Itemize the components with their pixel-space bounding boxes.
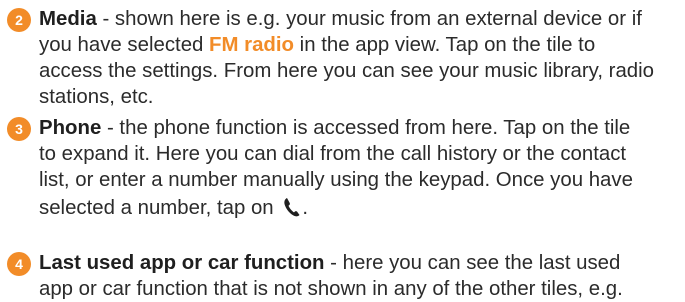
step-number-badge: 4 (7, 252, 31, 276)
fm-radio-link: FM radio (209, 34, 295, 56)
step-number-badge: 2 (7, 8, 31, 32)
item-title: Media (39, 8, 97, 30)
item-text: Media - shown here is e.g. your music fr… (39, 8, 654, 108)
item-text: Last used app or car function - here you… (39, 252, 623, 300)
step-number-badge: 3 (7, 117, 31, 141)
item-title: Phone (39, 117, 102, 139)
phone-icon (284, 198, 300, 217)
item-title: Last used app or car function (39, 252, 325, 274)
item-text: Phone - the phone function is accessed f… (39, 117, 633, 219)
